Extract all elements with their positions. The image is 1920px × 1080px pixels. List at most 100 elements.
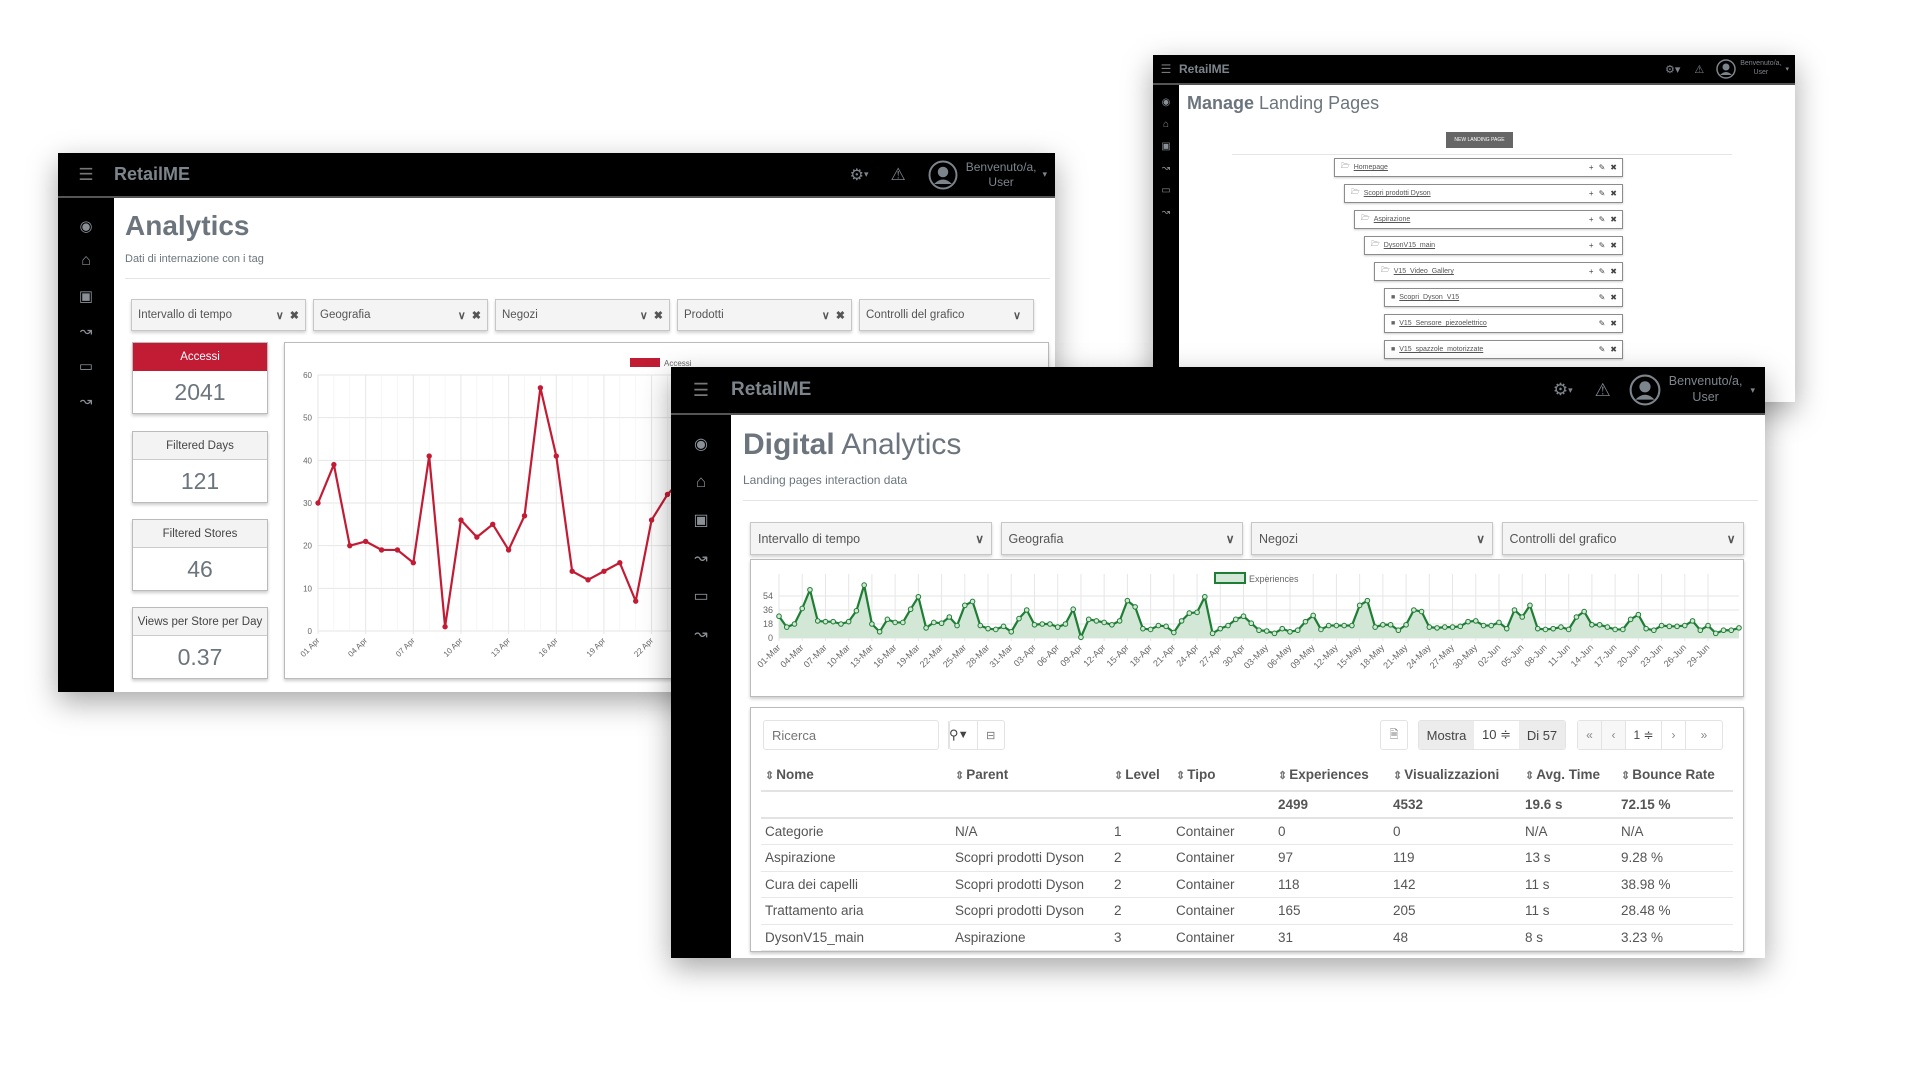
data-point[interactable] [900, 619, 906, 626]
landing-tree-item[interactable]: 🗁 DysonV15_main + ✎ ✖ [1364, 236, 1623, 255]
landing-tree-item[interactable]: 🗁 V15_Video_Gallery + ✎ ✖ [1374, 262, 1623, 281]
edit-pencil-icon[interactable]: ✎ [1599, 345, 1606, 354]
data-point[interactable] [617, 560, 623, 566]
data-point[interactable] [394, 547, 401, 553]
user-avatar-icon[interactable] [1629, 374, 1661, 406]
clear-icon[interactable]: ✖ [290, 309, 299, 322]
data-point[interactable] [1023, 607, 1030, 613]
filter-controlli-del-grafico[interactable]: Controlli del grafico ∨ [1501, 522, 1744, 555]
delete-icon[interactable]: ✖ [1610, 345, 1617, 354]
data-point[interactable] [1488, 622, 1495, 629]
data-point[interactable] [1519, 614, 1526, 620]
data-point[interactable] [1294, 627, 1301, 634]
data-point[interactable] [1666, 623, 1673, 630]
data-point[interactable] [1511, 607, 1518, 613]
data-point[interactable] [1000, 623, 1007, 630]
landing-item-link[interactable]: Scopri_Dyson_V15 [1399, 294, 1598, 301]
data-point[interactable] [1372, 624, 1378, 630]
data-point[interactable] [1109, 621, 1115, 628]
data-point[interactable] [1155, 622, 1162, 629]
chevron-down-icon[interactable]: ∨ [975, 532, 984, 546]
data-point[interactable] [585, 577, 591, 583]
data-point[interactable] [378, 547, 385, 553]
data-point[interactable] [1472, 618, 1479, 624]
data-point[interactable] [783, 624, 790, 630]
chevron-down-icon[interactable]: ∨ [822, 309, 830, 322]
sort-icon[interactable]: ⇕ [955, 770, 964, 782]
landing-item-link[interactable]: V15_Sensore_piezoelettrico [1399, 320, 1598, 327]
data-point[interactable] [1070, 606, 1076, 613]
search-input[interactable] [764, 721, 948, 749]
table-row[interactable]: DysonV15_main Aspirazione 3 Container 31 48 8 … [761, 924, 1733, 951]
hamburger-icon[interactable]: ☰ [671, 380, 731, 401]
landing-item-link[interactable]: Aspirazione [1374, 216, 1589, 223]
dashboard-gauge-icon[interactable]: ◉ [79, 208, 92, 243]
data-point[interactable] [946, 614, 953, 620]
data-point[interactable] [1674, 623, 1680, 630]
data-point[interactable] [1240, 613, 1247, 620]
data-point[interactable] [1705, 622, 1711, 629]
add-icon[interactable]: + [1589, 163, 1594, 172]
data-point[interactable] [861, 582, 867, 588]
data-point[interactable] [601, 568, 607, 574]
chevron-down-icon[interactable]: ∨ [1226, 532, 1235, 546]
data-point[interactable] [1333, 622, 1340, 629]
filter-negozi[interactable]: Negozi ∨ [1251, 522, 1493, 555]
data-point[interactable] [931, 619, 937, 626]
data-point[interactable] [1364, 597, 1371, 604]
column-header-avg-time[interactable]: ⇕ Avg. Time [1521, 759, 1617, 792]
data-point[interactable] [1054, 624, 1061, 630]
filter-geografia[interactable]: Geografia ∨ [1000, 522, 1243, 555]
landing-tree-item[interactable]: 🗁 Aspirazione + ✎ ✖ [1354, 210, 1623, 229]
data-point[interactable] [791, 621, 798, 627]
data-point[interactable] [315, 500, 321, 506]
data-point[interactable] [776, 613, 782, 620]
sort-icon[interactable]: ⇕ [1393, 770, 1402, 782]
gear-icon[interactable]: ⚙▾ [850, 165, 869, 185]
data-point[interactable] [1736, 625, 1742, 631]
data-point[interactable] [1078, 634, 1084, 641]
user-avatar-icon[interactable] [1716, 59, 1736, 79]
edit-pencil-icon[interactable]: ✎ [1599, 189, 1606, 198]
last-page-button[interactable]: » [1686, 721, 1722, 749]
gear-icon[interactable]: ⚙▾ [1553, 380, 1573, 400]
caret-down-icon[interactable]: ▾ [1785, 65, 1789, 73]
column-header-bounce-rate[interactable]: ⇕ Bounce Rate [1617, 759, 1733, 792]
table-row[interactable]: Trattamento aria Scopri prodotti Dyson 2 Co… [761, 897, 1733, 925]
data-point[interactable] [1178, 618, 1185, 624]
data-point[interactable] [1465, 618, 1471, 625]
data-point[interactable] [853, 607, 860, 614]
delete-icon[interactable]: ✖ [1610, 267, 1617, 276]
data-point[interactable] [892, 619, 898, 626]
data-point[interactable] [1310, 612, 1316, 619]
chevron-down-icon[interactable]: ∨ [1013, 309, 1021, 322]
delete-icon[interactable]: ✖ [1610, 241, 1617, 250]
line-chart-icon[interactable]: ↝ [80, 313, 93, 348]
archive-icon[interactable]: ▣ [693, 501, 708, 539]
column-header-parent[interactable]: ⇕ Parent [951, 759, 1110, 792]
delete-icon[interactable]: ✖ [1610, 215, 1617, 224]
column-header-visualizzazioni[interactable]: ⇕ Visualizzazioni [1389, 759, 1521, 792]
clear-icon[interactable]: ✖ [472, 309, 481, 322]
data-point[interactable] [1008, 628, 1015, 635]
data-point[interactable] [1558, 624, 1564, 630]
data-point[interactable] [1147, 626, 1154, 633]
filter-intervallo-di-tempo[interactable]: Intervallo di tempo ∨ ✖ [131, 299, 306, 331]
filter-icon[interactable]: ▼ [950, 721, 978, 749]
data-point[interactable] [838, 621, 844, 627]
filter-intervallo-di-tempo[interactable]: Intervallo di tempo ∨ [750, 522, 992, 555]
line-chart-icon[interactable]: ↝ [80, 383, 93, 418]
data-point[interactable] [1426, 624, 1433, 630]
data-point[interactable] [1581, 608, 1587, 615]
column-header-tipo[interactable]: ⇕ Tipo [1172, 759, 1274, 792]
chevron-down-icon[interactable]: ∨ [458, 309, 466, 322]
data-point[interactable] [1542, 626, 1549, 633]
sort-icon[interactable]: ⇕ [765, 770, 774, 782]
warning-icon[interactable]: ⚠ [1595, 380, 1611, 401]
edit-pencil-icon[interactable]: ✎ [1599, 319, 1606, 328]
landing-item-link[interactable]: Scopri prodotti Dyson [1364, 190, 1589, 197]
clear-icon[interactable]: ✖ [654, 309, 663, 322]
data-point[interactable] [553, 453, 559, 459]
data-point[interactable] [969, 598, 976, 605]
data-point[interactable] [845, 618, 852, 625]
